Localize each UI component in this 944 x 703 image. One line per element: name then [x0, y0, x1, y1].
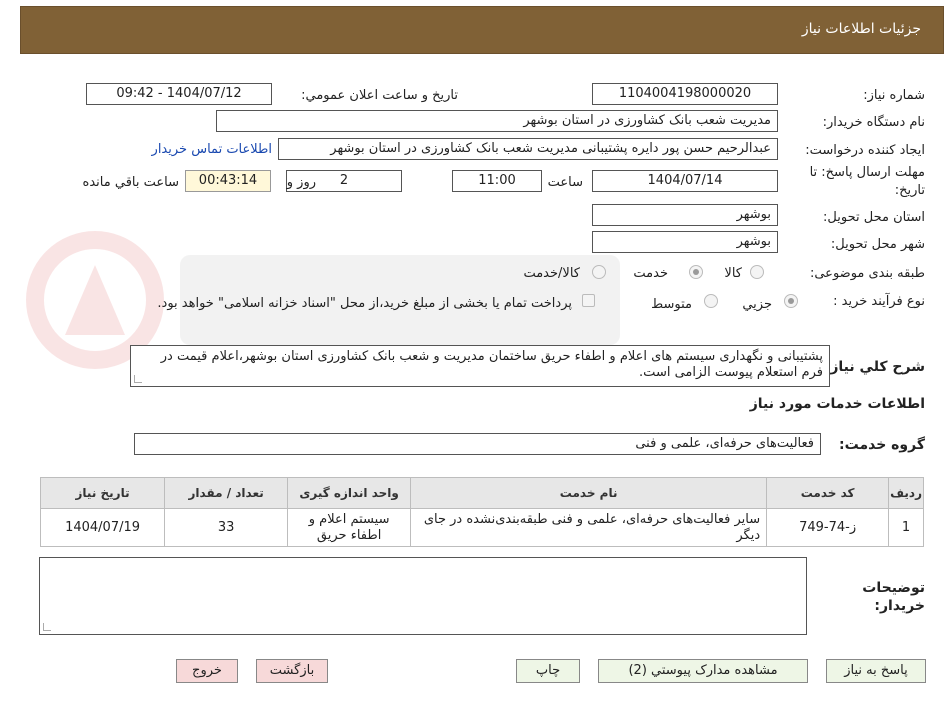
col-code-header: کد خدمت: [766, 477, 890, 509]
province-label: استان محل تحویل:: [823, 210, 925, 225]
exit-button[interactable]: خروج: [176, 659, 238, 683]
requester-label: ایجاد کننده درخواست:: [805, 143, 925, 158]
resize-grip-icon[interactable]: [134, 375, 142, 383]
print-button[interactable]: چاپ: [516, 659, 580, 683]
process-type-label: نوع فرآیند خرید :: [833, 294, 925, 309]
process-medium-label: متوسط: [651, 297, 692, 312]
service-group-label: گروه خدمت:: [839, 437, 925, 453]
view-attachments-button[interactable]: مشاهده مدارک پیوستي (2): [598, 659, 808, 683]
need-number-label: شماره نیاز:: [863, 88, 925, 103]
cell-code: ز-74-749: [766, 508, 890, 547]
col-unit-header: واحد اندازه گیری: [287, 477, 412, 509]
page-header: جزئیات اطلاعات نیاز: [20, 6, 944, 54]
page-title: جزئیات اطلاعات نیاز: [801, 21, 921, 37]
deadline-date-field[interactable]: 1404/07/14: [592, 170, 778, 192]
category-label: طبقه بندی موضوعی:: [809, 266, 925, 281]
buyer-org-field[interactable]: مدیریت شعب بانک کشاورزی در استان بوشهر: [216, 110, 778, 132]
back-button[interactable]: بازگشت: [256, 659, 328, 683]
cell-date: 1404/07/19: [39, 508, 166, 547]
cell-unit: سیستم اعلام و اطفاء حریق: [287, 508, 412, 547]
deadline-time-label: ساعت: [547, 175, 583, 190]
announce-date-label: تاریخ و ساعت اعلان عمومي:: [301, 88, 458, 103]
buyer-notes-label-2: خریدار:: [874, 598, 925, 614]
deadline-label: مهلت ارسال پاسخ: تا: [809, 165, 925, 180]
process-minor-label: جزیي: [742, 297, 772, 312]
deadline-label-date: تاریخ:: [894, 183, 925, 198]
city-label: شهر محل تحویل:: [830, 237, 925, 252]
time-remaining-field: 00:43:14: [185, 170, 271, 192]
days-label: روز و: [286, 175, 316, 190]
service-group-field[interactable]: فعالیت‌های حرفه‌ای، علمی و فنی: [134, 433, 821, 455]
treasury-payment-checkbox[interactable]: [582, 294, 595, 307]
col-name-header: نام خدمت: [410, 477, 768, 509]
col-row-header: ردیف: [888, 477, 924, 509]
announce-date-field[interactable]: 1404/07/12 - 09:42: [86, 83, 272, 105]
need-number-field[interactable]: 1104004198000020: [592, 83, 778, 105]
cell-row: 1: [888, 508, 924, 547]
category-service-radio[interactable]: [689, 265, 703, 279]
treasury-payment-note: پرداخت تمام یا بخشی از مبلغ خرید،از محل …: [157, 296, 572, 311]
process-medium-radio[interactable]: [704, 294, 718, 308]
category-goods-service-radio[interactable]: [592, 265, 606, 279]
reply-to-need-button[interactable]: پاسخ به نیاز: [826, 659, 926, 683]
category-service-label: خدمت: [633, 266, 668, 281]
category-goods-radio[interactable]: [750, 265, 764, 279]
services-table: ردیف کد خدمت نام خدمت واحد اندازه گیری ت…: [39, 477, 924, 547]
buyer-org-label: نام دستگاه خریدار:: [822, 115, 925, 130]
services-section-title: اطلاعات خدمات مورد نیاز: [749, 396, 925, 412]
time-remaining-label: ساعت باقي مانده: [82, 175, 179, 190]
process-minor-radio[interactable]: [784, 294, 798, 308]
description-text: پشتیبانی و نگهداری سیستم های اعلام و اطف…: [160, 349, 823, 380]
cell-name: سایر فعالیت‌های حرفه‌ای، علمی و فنی طبقه…: [410, 508, 768, 547]
col-qty-header: تعداد / مقدار: [164, 477, 289, 509]
cell-qty: 33: [164, 508, 289, 547]
category-goods-label: کالا: [724, 266, 742, 281]
description-textarea[interactable]: پشتیبانی و نگهداری سیستم های اعلام و اطف…: [130, 345, 830, 387]
buyer-contact-link[interactable]: اطلاعات تماس خریدار: [152, 142, 272, 157]
buyer-notes-label: توضیحات: [862, 580, 925, 596]
table-row[interactable]: 1 ز-74-749 سایر فعالیت‌های حرفه‌ای، علمی…: [39, 508, 924, 547]
resize-grip-icon[interactable]: [43, 623, 51, 631]
services-table-header: ردیف کد خدمت نام خدمت واحد اندازه گیری ت…: [39, 477, 924, 509]
province-field[interactable]: بوشهر: [592, 204, 778, 226]
col-date-header: تاریخ نیاز: [39, 477, 166, 509]
buyer-notes-textarea[interactable]: [39, 557, 807, 635]
description-label: شرح کلي نیاز:: [824, 359, 925, 375]
deadline-time-field[interactable]: 11:00: [452, 170, 542, 192]
requester-field[interactable]: عبدالرحیم حسن پور دایره پشتیبانی مدیریت …: [278, 138, 778, 160]
city-field[interactable]: بوشهر: [592, 231, 778, 253]
category-goods-service-label: کالا/خدمت: [523, 266, 580, 281]
